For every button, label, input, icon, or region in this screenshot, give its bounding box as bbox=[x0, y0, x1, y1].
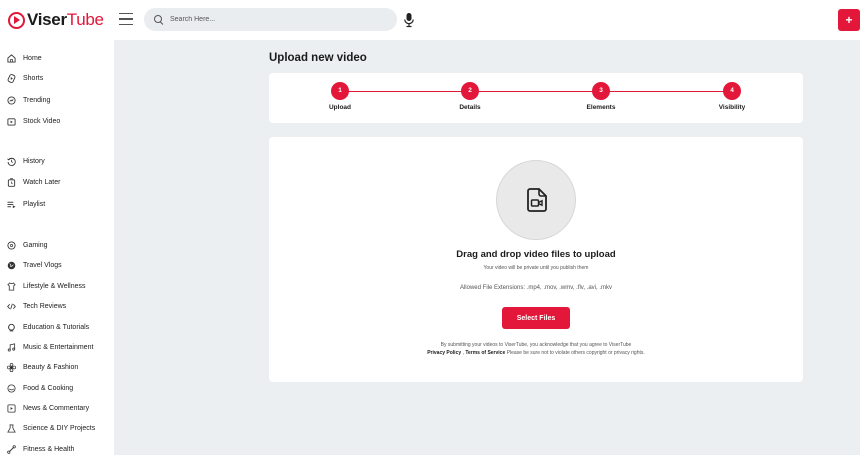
search-bar bbox=[144, 8, 397, 31]
shorts-icon bbox=[7, 73, 16, 83]
home-icon bbox=[7, 53, 16, 63]
sidebar-item-label: Beauty & Fashion bbox=[23, 363, 79, 371]
logo-text-tube: Tube bbox=[66, 10, 104, 29]
terms-notice: By submitting your videos to ViserTube, … bbox=[269, 341, 803, 357]
sidebar-item-label: Travel Vlogs bbox=[23, 261, 62, 269]
sidebar-item-gaming[interactable]: Gaming bbox=[7, 236, 48, 254]
sidebar-item-label: Food & Cooking bbox=[23, 384, 74, 392]
sidebar-item-label: Lifestyle & Wellness bbox=[23, 282, 86, 290]
select-files-button[interactable]: Select Files bbox=[502, 307, 570, 329]
gaming-icon bbox=[7, 240, 16, 250]
sidebar-item-beauty-fashion[interactable]: Beauty & Fashion bbox=[7, 358, 78, 376]
stock-video-icon bbox=[7, 117, 16, 126]
sidebar-item-food-cooking[interactable]: Food & Cooking bbox=[7, 379, 73, 397]
globe-icon bbox=[7, 261, 16, 270]
private-note: Your video will be private until you pub… bbox=[483, 265, 589, 271]
sidebar-item-stock-video[interactable]: Stock Video bbox=[7, 112, 60, 130]
sidebar-item-label: Gaming bbox=[23, 241, 48, 249]
sidebar-item-playlist[interactable]: Playlist bbox=[7, 195, 45, 213]
education-icon bbox=[7, 323, 16, 332]
play-logo-icon bbox=[8, 11, 25, 29]
terms-text: By submitting your videos to ViserTube, … bbox=[440, 342, 632, 348]
search-input[interactable] bbox=[170, 16, 370, 23]
sidebar-item-label: Science & DIY Projects bbox=[23, 424, 96, 432]
top-header: Viser Tube + bbox=[0, 0, 860, 40]
code-icon bbox=[7, 302, 16, 311]
sidebar-item-label: Home bbox=[23, 54, 42, 62]
step-visibility[interactable]: 4 Visibility bbox=[702, 82, 762, 111]
sidebar-item-label: Shorts bbox=[23, 74, 44, 82]
add-video-button[interactable]: + bbox=[838, 9, 860, 31]
fitness-icon bbox=[7, 444, 16, 454]
step-number: 3 bbox=[592, 82, 610, 100]
upload-heading: Drag and drop video files to upload bbox=[456, 249, 616, 260]
step-label: Details bbox=[459, 104, 481, 111]
sidebar-item-lifestyle-wellness[interactable]: Lifestyle & Wellness bbox=[7, 277, 86, 295]
step-number: 4 bbox=[723, 82, 741, 100]
search-icon[interactable] bbox=[154, 14, 164, 25]
trending-icon bbox=[7, 95, 16, 105]
sidebar-item-education-tutorials[interactable]: Education & Tutorials bbox=[7, 318, 89, 336]
music-icon bbox=[7, 342, 16, 352]
sidebar-item-tech-reviews[interactable]: Tech Reviews bbox=[7, 297, 66, 315]
upload-dropzone[interactable]: Drag and drop video files to upload Your… bbox=[269, 137, 803, 382]
sidebar-item-science-diy[interactable]: Science & DIY Projects bbox=[7, 419, 95, 437]
page-title: Upload new video bbox=[269, 52, 367, 64]
sidebar: Home Shorts Trending Stock Video History… bbox=[0, 40, 114, 455]
sidebar-item-music-entertainment[interactable]: Music & Entertainment bbox=[7, 338, 93, 356]
terms-of-service-link[interactable]: Terms of Service bbox=[465, 350, 505, 356]
sidebar-item-label: Fitness & Health bbox=[23, 445, 75, 453]
sidebar-item-home[interactable]: Home bbox=[7, 49, 42, 67]
stepper-line bbox=[340, 91, 732, 92]
food-icon bbox=[7, 383, 16, 393]
sidebar-item-travel-vlogs[interactable]: Travel Vlogs bbox=[7, 256, 62, 274]
video-file-icon bbox=[527, 188, 547, 212]
logo[interactable]: Viser Tube bbox=[8, 10, 104, 30]
sidebar-item-label: Education & Tutorials bbox=[23, 323, 90, 331]
microphone-icon[interactable] bbox=[403, 12, 415, 28]
step-label: Upload bbox=[328, 104, 352, 111]
sidebar-item-label: Tech Reviews bbox=[23, 302, 67, 310]
flower-icon bbox=[7, 362, 16, 372]
sidebar-item-fitness-health[interactable]: Fitness & Health bbox=[7, 440, 74, 455]
playlist-icon bbox=[7, 200, 16, 209]
step-elements[interactable]: 3 Elements bbox=[571, 82, 631, 111]
news-icon bbox=[7, 403, 16, 413]
sidebar-item-history[interactable]: History bbox=[7, 152, 45, 170]
history-icon bbox=[7, 157, 16, 166]
sidebar-item-label: Watch Later bbox=[23, 178, 61, 186]
upload-stepper: 1 Upload 2 Details 3 Elements 4 Visibili… bbox=[269, 73, 803, 123]
sidebar-item-trending[interactable]: Trending bbox=[7, 91, 50, 109]
logo-text-viser: Viser bbox=[27, 10, 67, 29]
menu-toggle-icon[interactable] bbox=[119, 13, 133, 25]
sidebar-item-label: History bbox=[23, 157, 45, 165]
sidebar-item-label: Music & Entertainment bbox=[23, 343, 94, 351]
allowed-extensions: Allowed File Extensions: .mp4, .mov, .wm… bbox=[459, 285, 613, 291]
terms-text-tail: Please be sure not to violate others cop… bbox=[505, 350, 645, 356]
sidebar-item-shorts[interactable]: Shorts bbox=[7, 69, 43, 87]
privacy-policy-link[interactable]: Privacy Policy bbox=[427, 350, 461, 356]
sidebar-item-watch-later[interactable]: Watch Later bbox=[7, 173, 60, 191]
step-label: Visibility bbox=[718, 104, 746, 111]
step-upload[interactable]: 1 Upload bbox=[310, 82, 370, 111]
sidebar-item-news-commentary[interactable]: News & Commentary bbox=[7, 399, 89, 417]
step-details[interactable]: 2 Details bbox=[440, 82, 500, 111]
watch-later-icon bbox=[7, 177, 16, 187]
science-icon bbox=[7, 423, 16, 433]
shirt-icon bbox=[7, 281, 16, 291]
step-label: Elements bbox=[586, 104, 616, 111]
sidebar-item-label: Playlist bbox=[23, 200, 46, 208]
sidebar-item-label: News & Commentary bbox=[23, 404, 90, 412]
upload-icon-circle bbox=[496, 160, 576, 240]
step-number: 1 bbox=[331, 82, 349, 100]
sidebar-item-label: Trending bbox=[23, 96, 51, 104]
sidebar-item-label: Stock Video bbox=[23, 117, 61, 125]
step-number: 2 bbox=[461, 82, 479, 100]
